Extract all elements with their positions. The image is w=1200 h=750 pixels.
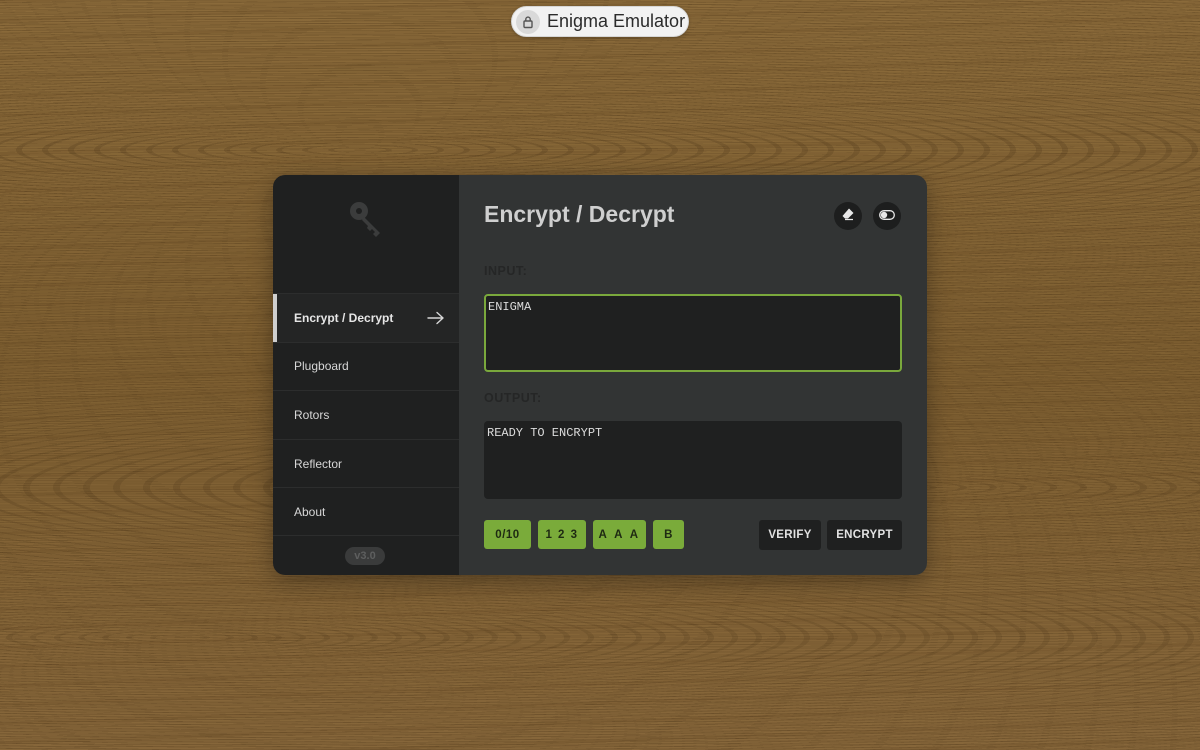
eraser-icon: [841, 207, 855, 226]
mode-toggle-button[interactable]: [873, 202, 901, 230]
rotor-position-chip[interactable]: A A A: [593, 520, 646, 549]
page-title: Encrypt / Decrypt: [484, 201, 675, 227]
input-textarea[interactable]: ENIGMA: [484, 294, 902, 372]
sidebar-item-label: Rotors: [294, 407, 330, 422]
verify-button[interactable]: VERIFY: [759, 520, 821, 550]
sidebar-item-rotors[interactable]: Rotors: [273, 390, 459, 439]
window-title-pill: Enigma Emulator: [511, 6, 689, 37]
sidebar-item-encrypt-decrypt[interactable]: Encrypt / Decrypt: [273, 293, 459, 342]
clear-button[interactable]: [834, 202, 862, 230]
sidebar-item-about[interactable]: About: [273, 487, 459, 536]
encrypt-button[interactable]: ENCRYPT: [827, 520, 902, 550]
sidebar-item-label: About: [294, 504, 326, 519]
rotor-order-chip[interactable]: 1 2 3: [538, 520, 586, 549]
sidebar-item-label: Reflector: [294, 456, 343, 471]
reflector-chip[interactable]: B: [653, 520, 684, 549]
input-label: INPUT:: [484, 264, 528, 278]
sidebar-item-label: Encrypt / Decrypt: [294, 310, 394, 325]
output-textarea: READY TO ENCRYPT: [484, 421, 902, 499]
window-title: Enigma Emulator: [547, 11, 686, 31]
main-panel: Encrypt / Decrypt INPUT: ENIGMA OUTPUT: …: [459, 175, 927, 575]
sidebar-item-label: Plugboard: [294, 359, 349, 374]
plugboard-setting-chip[interactable]: 0/10: [484, 520, 531, 549]
version-badge: v3.0: [345, 547, 385, 565]
sidebar-item-plugboard[interactable]: Plugboard: [273, 341, 459, 391]
arrow-right-icon: [427, 311, 445, 325]
output-label: OUTPUT:: [484, 391, 542, 405]
lock-icon: [516, 9, 540, 34]
app-window: Encrypt / Decrypt Plugboard Rotors Refle…: [273, 175, 927, 575]
sidebar-item-reflector[interactable]: Reflector: [273, 438, 459, 488]
toggle-icon: [879, 207, 895, 225]
sidebar: Encrypt / Decrypt Plugboard Rotors Refle…: [273, 175, 459, 575]
key-icon: [347, 199, 385, 239]
sidebar-nav: Encrypt / Decrypt Plugboard Rotors Refle…: [273, 293, 459, 536]
